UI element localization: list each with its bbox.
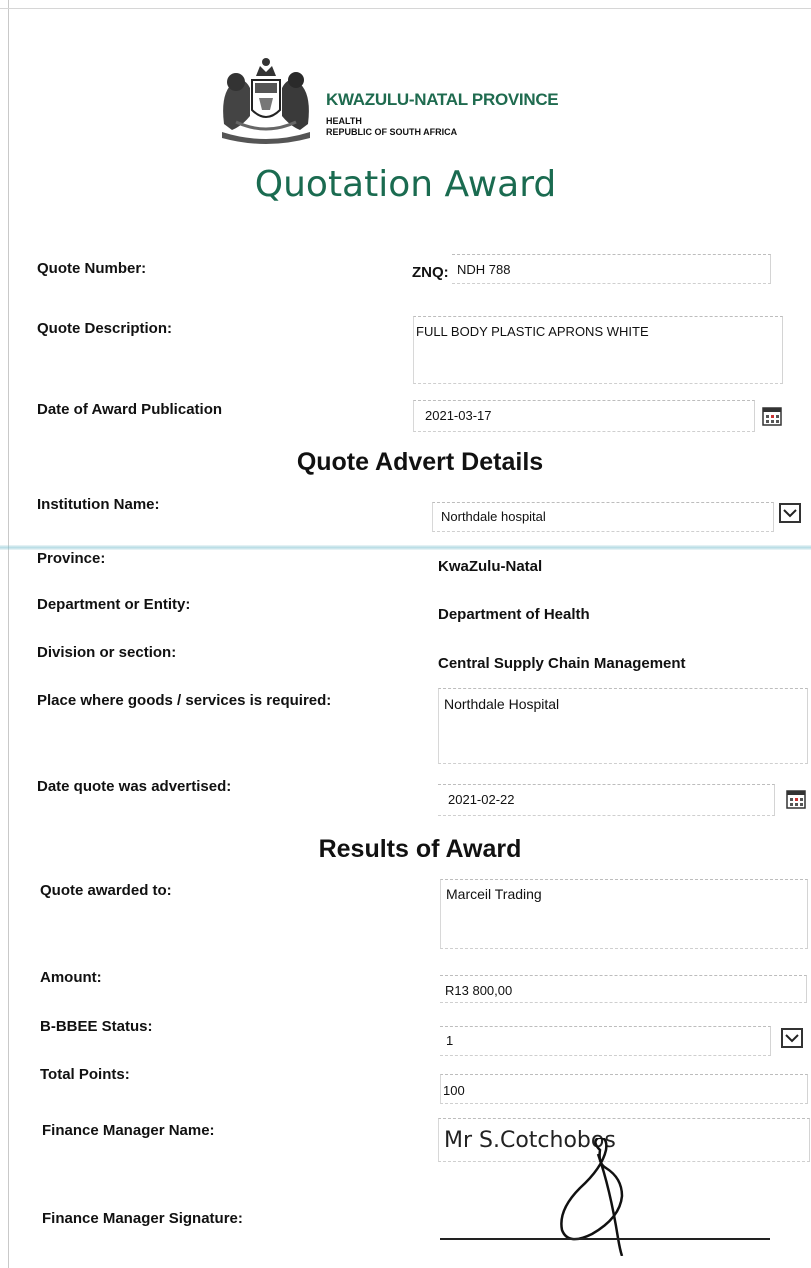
division-value: Central Supply Chain Management [438, 655, 686, 672]
bbbee-status-label: B-BBEE Status: [40, 1018, 153, 1035]
calendar-icon[interactable] [762, 407, 782, 426]
province-value: KwaZulu-Natal [438, 558, 543, 575]
awarded-to-label: Quote awarded to: [40, 882, 172, 899]
advertised-date-value: 2021-02-22 [448, 792, 515, 807]
finance-manager-name-label: Finance Manager Name: [42, 1122, 215, 1139]
quote-number-label: Quote Number: [37, 260, 147, 277]
quote-description-value: FULL BODY PLASTIC APRONS WHITE [416, 324, 649, 339]
bbbee-status-select[interactable] [440, 1026, 771, 1056]
delivery-place-value: Northdale Hospital [444, 696, 560, 712]
advertised-date-label: Date quote was advertised: [37, 778, 232, 795]
award-publication-date-value: 2021-03-17 [425, 408, 492, 423]
bbbee-status-value: 1 [446, 1033, 454, 1048]
total-points-value: 100 [443, 1083, 465, 1098]
amount-label: Amount: [40, 969, 102, 986]
department-label: Department or Entity: [37, 596, 191, 613]
quote-number-prefix: ZNQ: [412, 264, 449, 281]
department-value: Department of Health [438, 606, 590, 623]
finance-manager-signature-label: Finance Manager Signature: [42, 1210, 243, 1227]
page-edge-top [0, 8, 811, 9]
scan-artifact [0, 545, 811, 550]
institution-name-value: Northdale hospital [441, 509, 546, 524]
calendar-icon[interactable] [786, 790, 806, 809]
total-points-label: Total Points: [40, 1066, 130, 1083]
awarded-to-value: Marceil Trading [446, 886, 542, 902]
amount-value: R13 800,00 [445, 983, 513, 998]
signature-line [440, 1238, 770, 1240]
coat-of-arms-icon [222, 58, 310, 144]
province-name: KWAZULU-NATAL PROVINCE [326, 90, 559, 109]
dropdown-chevron-icon[interactable] [779, 503, 801, 523]
quote-description-label: Quote Description: [37, 320, 173, 337]
dropdown-chevron-icon[interactable] [781, 1028, 803, 1048]
quote-number-value: NDH 788 [457, 262, 511, 277]
advert-details-heading: Quote Advert Details [296, 448, 544, 476]
institution-name-label: Institution Name: [37, 496, 160, 513]
total-points-field[interactable] [440, 1074, 808, 1104]
results-heading: Results of Award [318, 835, 522, 863]
page-title: Quotation Award [254, 164, 557, 205]
department-name: HEALTH [326, 116, 362, 126]
division-label: Division or section: [37, 644, 177, 661]
award-publication-date-label: Date of Award Publication [37, 401, 223, 418]
delivery-place-label: Place where goods / services is required… [37, 692, 332, 709]
province-label: Province: [37, 550, 106, 567]
country-name: REPUBLIC OF SOUTH AFRICA [326, 127, 458, 137]
